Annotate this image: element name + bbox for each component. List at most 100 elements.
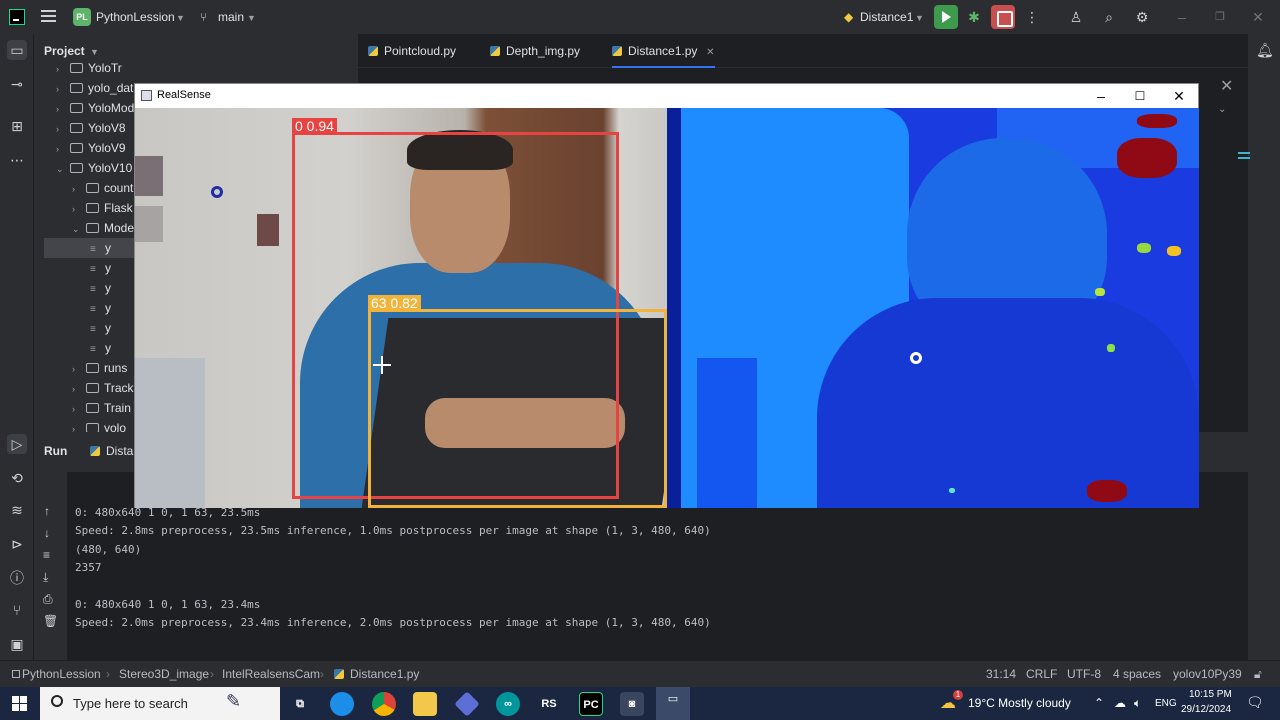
- tray-network-icon[interactable]: ☁: [1114, 696, 1126, 710]
- depth-colormap-view[interactable]: [667, 108, 1199, 508]
- tree-folder-row[interactable]: › YoloTr: [56, 58, 122, 78]
- realsense-window-taskbar-icon[interactable]: ▭: [656, 687, 690, 720]
- more-tools-icon[interactable]: ⋯: [7, 150, 27, 170]
- more-options-icon[interactable]: ⋮: [1022, 8, 1042, 26]
- indent-setting[interactable]: 4 spaces: [1113, 667, 1161, 681]
- editor-tab[interactable]: Depth_img.py: [490, 34, 580, 68]
- editor-tab[interactable]: Distance1.py ✕: [612, 34, 715, 68]
- weather-text[interactable]: 19°C Mostly cloudy: [968, 696, 1071, 710]
- add-user-icon[interactable]: ♙: [1066, 8, 1086, 26]
- breadcrumb-subfolder[interactable]: IntelRealsensCam: [222, 667, 320, 681]
- project-badge[interactable]: PL: [73, 8, 91, 26]
- python-interpreter[interactable]: yolov10Py39: [1173, 667, 1242, 681]
- project-chevron-down-icon[interactable]: ▼: [176, 13, 185, 23]
- main-menu-icon[interactable]: [41, 10, 56, 22]
- stop-button[interactable]: [991, 5, 1015, 29]
- windows-start-icon[interactable]: [12, 696, 27, 711]
- run-config-chevron-down-icon[interactable]: ▼: [915, 13, 924, 23]
- chevron-right-icon[interactable]: ›: [72, 199, 86, 219]
- tree-folder-row[interactable]: › Train: [72, 398, 131, 418]
- input-language[interactable]: ENG: [1155, 698, 1177, 709]
- branch-chevron-down-icon[interactable]: ▼: [247, 13, 256, 23]
- minimize-icon[interactable]: –: [1172, 8, 1192, 26]
- python-console-icon[interactable]: ⟲: [7, 468, 27, 488]
- clear-trash-icon[interactable]: 🗑︎: [43, 614, 58, 628]
- chevron-right-icon[interactable]: ›: [56, 99, 70, 119]
- editor-tab[interactable]: Pointcloud.py: [368, 34, 456, 68]
- chrome-browser-icon[interactable]: [372, 692, 396, 716]
- pycharm-logo-icon[interactable]: [9, 9, 25, 25]
- chevron-right-icon[interactable]: ›: [56, 119, 70, 139]
- tree-file-row[interactable]: ≡ y: [90, 298, 111, 318]
- camera-app-icon[interactable]: ◙: [620, 692, 644, 716]
- chevron-down-icon[interactable]: ⌄: [56, 159, 70, 179]
- realsense-window[interactable]: RealSense – ☐ ✕ 0 0.94 63 0.82: [134, 83, 1199, 508]
- chevron-right-icon[interactable]: ›: [72, 359, 86, 379]
- chevron-right-icon[interactable]: ›: [72, 179, 86, 199]
- task-view-icon[interactable]: ⧉: [288, 692, 312, 716]
- tree-folder-row[interactable]: › Track: [72, 378, 134, 398]
- problems-icon[interactable]: ⓘ: [7, 568, 27, 588]
- rerun-button[interactable]: [934, 5, 958, 29]
- terminal-icon[interactable]: ▣: [7, 634, 27, 654]
- structure-tool-icon[interactable]: ⊞: [7, 116, 27, 136]
- file-encoding[interactable]: UTF-8: [1067, 667, 1101, 681]
- project-tool-folder-icon[interactable]: ▭: [7, 40, 27, 60]
- editor-chevron-icon[interactable]: ⌄: [1218, 104, 1226, 115]
- pycharm-taskbar-icon[interactable]: PC: [579, 692, 603, 716]
- rs-minimize-icon[interactable]: –: [1081, 86, 1121, 106]
- taskbar-search-box[interactable]: Type here to search ✎: [40, 687, 280, 720]
- editor-close-icon[interactable]: ✕: [1220, 76, 1233, 96]
- tree-folder-row[interactable]: › Flask: [72, 198, 133, 218]
- run-tool-icon[interactable]: ▷: [7, 434, 27, 454]
- tree-file-row[interactable]: ≡ y: [90, 318, 111, 338]
- breadcrumb-file[interactable]: Distance1.py: [334, 667, 419, 681]
- realsense-title-bar[interactable]: RealSense – ☐ ✕: [135, 84, 1198, 108]
- clock-time[interactable]: 10:15 PM: [1189, 689, 1232, 700]
- layers-icon[interactable]: ≋: [7, 500, 27, 520]
- lock-icon[interactable]: 🔓︎: [1254, 667, 1262, 682]
- debug-bug-icon[interactable]: ✱: [964, 8, 984, 26]
- tree-file-row[interactable]: ≡ y: [90, 338, 111, 358]
- chevron-right-icon[interactable]: ›: [56, 59, 70, 79]
- tray-chevron-up-icon[interactable]: ⌃: [1094, 696, 1104, 710]
- visual-studio-icon[interactable]: [454, 691, 480, 717]
- chevron-right-icon[interactable]: ›: [56, 79, 70, 99]
- close-icon[interactable]: ✕: [1248, 8, 1268, 26]
- services-icon[interactable]: ⊳: [7, 534, 27, 554]
- tab-close-icon[interactable]: ✕: [703, 47, 714, 58]
- line-separator[interactable]: CRLF: [1026, 667, 1057, 681]
- tree-folder-row[interactable]: › runs: [72, 358, 127, 378]
- run-config-selector[interactable]: Distance1: [860, 10, 913, 24]
- project-panel-chevron-down-icon[interactable]: ▼: [90, 47, 99, 57]
- breadcrumb-project[interactable]: PythonLession: [22, 667, 101, 681]
- tree-file-row[interactable]: ≡ y: [90, 278, 111, 298]
- breadcrumb-folder[interactable]: Stereo3D_image: [119, 667, 209, 681]
- project-panel-title[interactable]: Project: [44, 44, 85, 58]
- tray-volume-icon[interactable]: 🔈︎: [1134, 696, 1141, 711]
- chevron-right-icon[interactable]: ›: [56, 139, 70, 159]
- tree-folder-row[interactable]: ⌄ Models: [72, 218, 143, 238]
- tree-file-row[interactable]: ≡ y: [90, 238, 111, 258]
- restore-icon[interactable]: ❐: [1210, 8, 1230, 26]
- chevron-right-icon[interactable]: ›: [72, 419, 86, 432]
- soft-wrap-icon[interactable]: ≡: [43, 548, 50, 562]
- tree-folder-row[interactable]: › yolo: [72, 418, 126, 432]
- clock-date[interactable]: 29/12/2024: [1181, 704, 1231, 715]
- notification-center-icon[interactable]: 🗨︎: [1246, 694, 1264, 711]
- rgb-camera-view[interactable]: 0 0.94 63 0.82: [135, 108, 667, 508]
- tree-file-row[interactable]: ≡ y: [90, 258, 111, 278]
- tree-folder-row[interactable]: › YoloV9: [56, 138, 126, 158]
- edge-browser-icon[interactable]: [330, 692, 354, 716]
- branch-selector[interactable]: main: [218, 10, 244, 24]
- notifications-bell-icon[interactable]: 🔔︎: [1256, 42, 1274, 59]
- arduino-icon[interactable]: ∞: [496, 692, 520, 716]
- chevron-down-icon[interactable]: ⌄: [72, 219, 86, 239]
- search-highlight-icon[interactable]: ✎: [226, 691, 241, 712]
- settings-gear-icon[interactable]: ⚙: [1132, 8, 1152, 26]
- project-selector[interactable]: PythonLession: [96, 10, 175, 24]
- file-explorer-icon[interactable]: [413, 692, 437, 716]
- rs-close-icon[interactable]: ✕: [1159, 86, 1199, 106]
- commit-tool-icon[interactable]: ⊸: [7, 74, 27, 94]
- git-icon[interactable]: ⑂: [7, 600, 27, 620]
